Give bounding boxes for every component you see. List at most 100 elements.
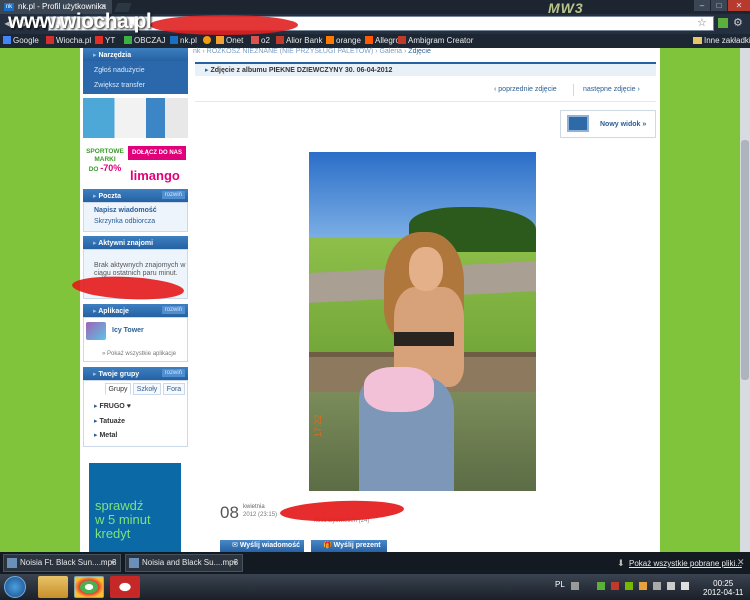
breadcrumb-album[interactable]: ROZKOSZ NIEZNANE (NIE PRZYSŁUGI PALETOW) xyxy=(207,48,374,55)
groups-expand-button[interactable]: rozwiń xyxy=(161,369,185,377)
show-all-apps-link[interactable]: » Pokaż wszystkie aplikacje xyxy=(102,351,176,357)
bookmark-onet[interactable]: Onet xyxy=(216,36,243,45)
promo-join-button[interactable]: DOŁĄCZ DO NAS xyxy=(128,146,186,160)
friends-empty-line1: Brak aktywnych znajomych w xyxy=(94,262,186,269)
tray-app-icon[interactable] xyxy=(639,582,647,590)
network-icon[interactable] xyxy=(667,582,675,590)
wiocha-icon xyxy=(46,36,54,44)
nav-divider xyxy=(573,84,574,96)
photo-top xyxy=(394,332,454,346)
prev-photo-link[interactable]: ‹ poprzednie zdjęcie xyxy=(494,86,557,93)
download-item[interactable]: Noisia Ft. Black Sun....mp3 ▾ xyxy=(3,554,121,572)
breadcrumb-root[interactable]: nk xyxy=(193,48,200,55)
chevron-down-icon[interactable]: ▾ xyxy=(111,555,115,571)
photos-icon xyxy=(567,115,589,132)
tools-box: Zgłoś nadużycie Zwiększ transfer xyxy=(83,61,188,94)
folder-icon xyxy=(693,37,702,44)
tools-header: ▸ Narzędzia xyxy=(83,48,188,61)
group-item[interactable]: Metal xyxy=(94,431,117,439)
chrome-icon[interactable] xyxy=(74,576,104,598)
bookmarks-bar: Google Wiocha.pl YT OBCZAJ nk.pl Onet o2… xyxy=(0,34,750,48)
breadcrumb-gallery[interactable]: Galeria xyxy=(379,48,402,55)
new-view-label[interactable]: Nowy widok » xyxy=(600,121,646,128)
bookmark-nk[interactable]: nk.pl xyxy=(170,36,197,45)
bookmark-alior[interactable]: Alior Bank xyxy=(276,36,322,45)
clock[interactable]: 00:25 2012-04-11 xyxy=(703,579,743,597)
promo-text[interactable]: SPORTOWE MARKI DO -70% xyxy=(83,148,127,174)
bookmark-allegro[interactable]: Allegro xyxy=(365,36,400,45)
bookmark-yt[interactable]: YT xyxy=(95,36,115,45)
show-all-downloads-link[interactable]: Pokaż wszystkie pobrane pliki... xyxy=(629,559,742,568)
tray-arrow-icon[interactable] xyxy=(571,582,579,590)
tab-forums[interactable]: Fora xyxy=(163,383,185,395)
nvidia-icon[interactable] xyxy=(625,582,633,590)
promo-banner-image[interactable] xyxy=(83,98,188,138)
other-bookmarks[interactable]: Inne zakładki xyxy=(693,36,750,45)
watermark: www.wiocha.pl xyxy=(8,10,152,33)
start-button[interactable] xyxy=(4,576,26,598)
app-icon[interactable] xyxy=(110,576,140,598)
photo-face xyxy=(409,247,443,291)
audio-file-icon xyxy=(129,558,139,568)
clock-date: 2012-04-11 xyxy=(703,588,744,597)
google-icon xyxy=(3,36,11,44)
apps-expand-button[interactable]: rozwiń xyxy=(161,306,185,314)
red-censor-scribble xyxy=(150,15,298,35)
language-indicator[interactable]: PL xyxy=(555,580,565,589)
tray-app-icon[interactable] xyxy=(653,582,661,590)
download-icon: ⬇ xyxy=(617,558,625,568)
write-message-link[interactable]: Napisz wiadomość xyxy=(94,207,157,214)
send-gift-button[interactable]: 🎁 Wyślij prezent xyxy=(311,540,387,552)
photo-day: 08 xyxy=(220,503,239,522)
download-item[interactable]: Noisia and Black Su....mp3 ▾ xyxy=(125,554,243,572)
bookmark-star-icon[interactable]: ☆ xyxy=(697,16,707,29)
tab-groups[interactable]: Grupy xyxy=(105,383,131,395)
volume-icon[interactable] xyxy=(681,582,689,590)
close-window-button[interactable]: ✕ xyxy=(728,0,750,11)
bookmark-orange[interactable]: orange xyxy=(326,36,361,45)
dot-icon xyxy=(203,36,211,44)
wrench-icon[interactable]: ⚙ xyxy=(733,16,743,29)
close-icon[interactable]: ✕ xyxy=(737,557,745,568)
next-photo-link[interactable]: następne zdjęcie › xyxy=(583,86,640,93)
gift-icon: 🎁 xyxy=(323,542,334,549)
maximize-button[interactable]: □ xyxy=(711,0,727,11)
clock-time: 00:25 xyxy=(713,579,734,588)
explorer-icon[interactable] xyxy=(38,576,68,598)
mail-expand-button[interactable]: rozwiń xyxy=(161,191,185,199)
chevron-down-icon[interactable]: ▾ xyxy=(233,555,237,571)
bookmark-dot[interactable] xyxy=(203,36,213,45)
limango-logo[interactable]: limango xyxy=(130,168,180,183)
groups-tabs: Grupy Szkoły Fora xyxy=(83,383,188,395)
bookmark-ambigram[interactable]: Ambigram Creator xyxy=(398,36,473,45)
minimize-button[interactable]: – xyxy=(694,0,710,11)
bookmark-google[interactable]: Google xyxy=(3,36,39,45)
o2-icon xyxy=(251,36,259,44)
inbox-link[interactable]: Skrzynka odbiorcza xyxy=(94,218,155,225)
bookmark-o2[interactable]: o2 xyxy=(251,36,270,45)
main-photo[interactable]: 17:22 xyxy=(309,152,536,491)
alior-icon xyxy=(276,36,284,44)
photo-shirt xyxy=(364,367,434,412)
group-item[interactable]: FRUGO ♥ xyxy=(94,402,130,410)
bookmark-obczaj[interactable]: OBCZAJ xyxy=(124,36,166,45)
send-message-button[interactable]: ✉ Wyślij wiadomość xyxy=(220,540,304,552)
photo-time: 2012 (23:15) xyxy=(243,512,278,518)
photo-month: kwietnia xyxy=(243,504,265,510)
icy-tower-icon[interactable] xyxy=(86,322,106,340)
icy-tower-link[interactable]: Icy Tower xyxy=(112,327,144,334)
onet-icon xyxy=(216,36,224,44)
bookmark-wiocha[interactable]: Wiocha.pl xyxy=(46,36,91,45)
scrollbar-thumb[interactable] xyxy=(741,140,749,380)
extension-icon[interactable] xyxy=(718,18,728,28)
tray-app-icon[interactable] xyxy=(611,582,619,590)
audio-file-icon xyxy=(7,558,17,568)
increase-transfer-link[interactable]: Zwiększ transfer xyxy=(94,82,145,89)
report-abuse-link[interactable]: Zgłoś nadużycie xyxy=(94,67,145,74)
tray-app-icon[interactable] xyxy=(597,582,605,590)
friends-header: ▸ Aktywni znajomi xyxy=(83,236,188,249)
loan-ad-text[interactable]: sprawdź w 5 minut kredyt xyxy=(95,499,179,541)
envelope-icon: ✉ xyxy=(232,542,240,549)
tab-schools[interactable]: Szkoły xyxy=(133,383,161,395)
group-item[interactable]: Tatuaże xyxy=(94,417,125,425)
